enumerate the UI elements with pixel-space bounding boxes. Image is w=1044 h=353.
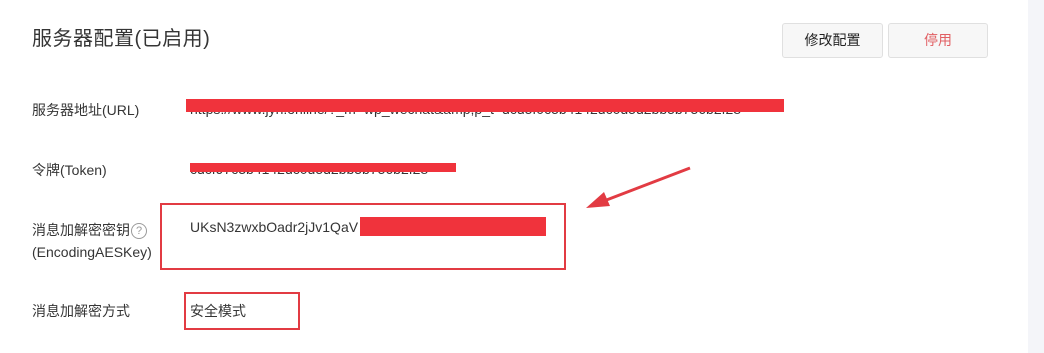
token-label: 令牌(Token) — [32, 162, 107, 178]
edit-config-button[interactable]: 修改配置 — [782, 23, 883, 58]
url-redaction — [186, 99, 784, 112]
aes-key-label-line2: (EncodingAESKey) — [32, 244, 152, 260]
annotation-box-aes-key — [160, 203, 566, 270]
disable-button[interactable]: 停用 — [888, 23, 988, 58]
annotation-box-mode — [184, 292, 300, 330]
page-title: 服务器配置(已启用) — [32, 28, 211, 50]
aes-key-label: 消息加解密密钥? (EncodingAESKey) — [32, 219, 152, 263]
annotation-arrow-icon — [586, 166, 691, 208]
scroll-gutter — [1028, 0, 1044, 353]
server-config-panel: 服务器配置(已启用) 修改配置 停用 服务器地址(URL) https://ww… — [0, 0, 1044, 353]
token-redaction — [190, 163, 456, 172]
url-label: 服务器地址(URL) — [32, 102, 140, 118]
mode-label: 消息加解密方式 — [32, 303, 130, 319]
help-icon[interactable]: ? — [131, 223, 147, 240]
aes-key-label-line1: 消息加解密密钥 — [32, 222, 130, 238]
